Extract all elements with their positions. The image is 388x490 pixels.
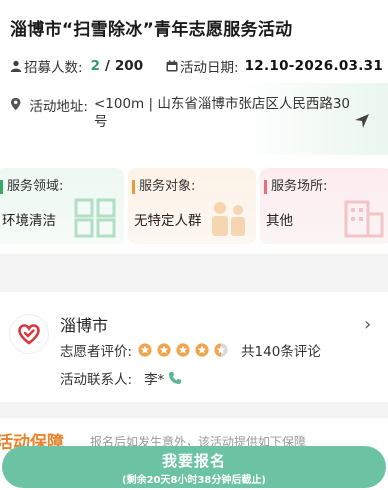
card-service-area: 服务领域: 环境清洁 bbox=[0, 168, 124, 244]
date-info: 活动日期: 12.10-2026.03.31 bbox=[166, 56, 383, 76]
card-service-area-value: 环境清洁 bbox=[2, 213, 56, 229]
location-pin-icon bbox=[10, 97, 21, 111]
people-icon bbox=[212, 202, 245, 236]
recruit-total: 200 bbox=[114, 58, 144, 74]
calendar-icon bbox=[166, 60, 178, 72]
star-icon bbox=[157, 343, 171, 357]
signup-button[interactable]: 我要报名 (剩余20天8小时38分钟后截止) bbox=[2, 446, 386, 488]
contact-row: 活动联系人: 李* bbox=[60, 368, 182, 388]
signup-countdown: (剩余20天8小时38分钟后截止) bbox=[122, 475, 266, 486]
address-label: 活动地址: bbox=[29, 99, 88, 115]
star-icon bbox=[176, 343, 190, 357]
review-count[interactable]: 共140条评论 bbox=[241, 340, 321, 360]
recruit-info: 招募人数: 2 / 200 bbox=[10, 56, 143, 76]
card-service-place-label: 服务场所: bbox=[264, 180, 327, 194]
address-row: 活动地址: <100m | 山东省淄博市张店区人民西路30号 bbox=[10, 95, 350, 131]
rating-stars bbox=[138, 343, 233, 357]
date-label: 活动日期: bbox=[180, 60, 239, 76]
address-text: <100m | 山东省淄博市张店区人民西路30号 bbox=[93, 96, 351, 130]
phone-icon[interactable] bbox=[168, 371, 182, 385]
star-icon bbox=[138, 343, 152, 357]
building-icon bbox=[344, 200, 384, 238]
service-cards: 服务领域: 环境清洁 服务对象: 无特定人群 服务场所: 其他 bbox=[0, 168, 388, 244]
person-icon bbox=[10, 60, 22, 72]
event-title: 淄博市“扫雪除冰”青年志愿服务活动 bbox=[10, 20, 293, 40]
organizer-logo bbox=[10, 315, 48, 353]
chevron-right-icon[interactable]: › bbox=[364, 314, 371, 335]
address-bar[interactable]: 活动地址: <100m | 山东省淄博市张店区人民西路30号 bbox=[0, 83, 388, 155]
card-service-target-value: 无特定人群 bbox=[134, 213, 202, 229]
organizer-name: 淄博市 bbox=[60, 316, 109, 335]
recruit-separator: / bbox=[104, 58, 110, 74]
card-service-place-value: 其他 bbox=[266, 213, 293, 229]
contact-label: 活动联系人: bbox=[60, 372, 133, 388]
grid-icon bbox=[74, 198, 116, 238]
section-divider bbox=[0, 254, 388, 292]
navigation-icon[interactable] bbox=[354, 113, 370, 129]
rating-row: 志愿者评价: 共140条评论 bbox=[60, 340, 321, 360]
recruit-label: 招募人数: bbox=[24, 60, 83, 76]
recruit-current: 2 bbox=[90, 58, 100, 74]
star-icon bbox=[195, 343, 209, 357]
card-service-place: 服务场所: 其他 bbox=[260, 168, 388, 244]
heart-icon bbox=[18, 324, 40, 345]
card-service-area-label: 服务领域: bbox=[0, 180, 63, 194]
card-service-target: 服务对象: 无特定人群 bbox=[128, 168, 256, 244]
section-divider-2 bbox=[0, 402, 388, 418]
date-value: 12.10-2026.03.31 bbox=[244, 58, 384, 74]
organizer-card[interactable]: 淄博市 › 志愿者评价: 共140条评论 活动联系人: 李* bbox=[0, 292, 388, 402]
star-icon bbox=[214, 343, 228, 357]
rating-label: 志愿者评价: bbox=[60, 344, 133, 360]
card-service-target-label: 服务对象: bbox=[132, 180, 195, 194]
signup-label: 我要报名 bbox=[161, 452, 226, 470]
contact-name: 李* bbox=[144, 372, 165, 388]
